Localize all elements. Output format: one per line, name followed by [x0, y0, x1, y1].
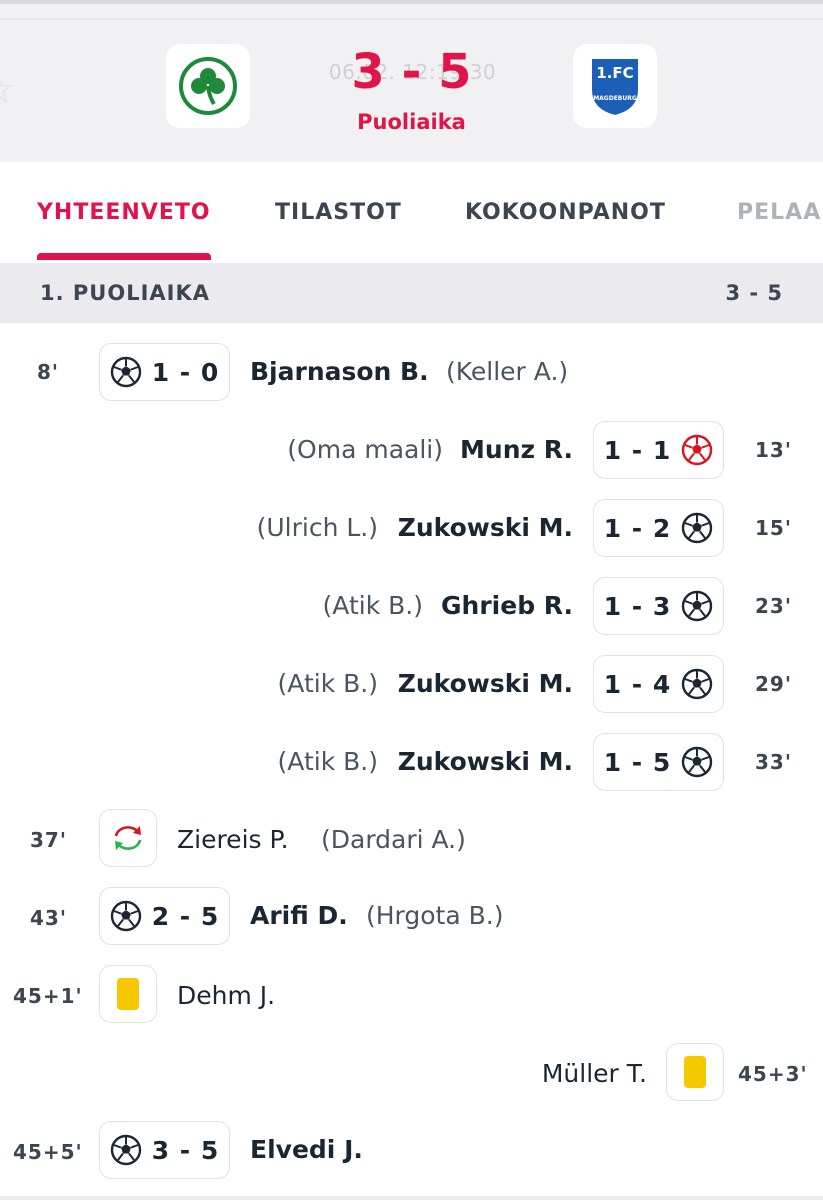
event-score: 1 - 3 — [603, 591, 672, 621]
away-team-logo[interactable]: 1.FC MAGDEBURG — [573, 44, 657, 128]
event-score-box: 1 - 3 — [593, 577, 724, 635]
own-goal-ball-icon — [682, 434, 713, 466]
section-score: 3 - 5 — [725, 281, 783, 305]
home-team-logo[interactable] — [166, 44, 250, 128]
event-player[interactable]: Ghrieb R. — [441, 591, 573, 620]
event-score: 1 - 4 — [603, 669, 672, 699]
soccer-ball-icon — [110, 356, 141, 388]
substitution-icon — [114, 826, 142, 850]
event-minute: 33' — [755, 750, 792, 774]
yellow-card-icon — [684, 1056, 706, 1088]
tab-bar: YHTEENVETO TILASTOT KOKOONPANOT PELAA — [0, 162, 823, 262]
match-header: ☆ 06.02. 12:19:30 3 - 5 Puoliaika 1.FC M… — [0, 0, 823, 162]
clover-logo-icon — [179, 57, 237, 115]
event-score-box: 1 - 4 — [593, 655, 724, 713]
soccer-ball-icon — [682, 590, 713, 622]
event-player[interactable]: Müller T. — [542, 1059, 647, 1088]
event-score: 1 - 1 — [603, 435, 672, 465]
event-assist[interactable]: (Ulrich L.) — [257, 513, 378, 542]
event-minute: 23' — [755, 594, 792, 618]
event-score: 1 - 2 — [603, 513, 672, 543]
away-logo-text-side: MAGDEBURG — [593, 95, 637, 102]
tab-statistics[interactable]: TILASTOT — [275, 200, 402, 225]
soccer-ball-icon — [682, 668, 713, 700]
event-score-box: 1 - 5 — [593, 733, 724, 791]
event-assist[interactable]: (Atik B.) — [278, 747, 378, 776]
event-score-box: 1 - 2 — [593, 499, 724, 557]
event-minute: 45+3' — [738, 1062, 808, 1086]
active-tab-indicator — [37, 253, 211, 260]
event-minute: 8' — [37, 360, 60, 384]
soccer-ball-icon — [682, 746, 713, 778]
event-icon-box — [666, 1043, 724, 1101]
event-assist: (Oma maali) — [287, 435, 443, 464]
event-minute: 43' — [30, 906, 67, 930]
event-score-box: 2 - 5 — [99, 887, 230, 945]
event-player[interactable]: Ziereis P. — [177, 825, 289, 854]
event-minute: 13' — [755, 438, 792, 462]
event-player[interactable]: Munz R. — [460, 435, 573, 464]
event-minute: 45+5' — [13, 1140, 83, 1164]
event-assist[interactable]: (Atik B.) — [323, 591, 423, 620]
top-divider-secondary — [0, 18, 823, 20]
event-minute: 15' — [755, 516, 792, 540]
soccer-ball-icon — [110, 900, 141, 932]
event-player[interactable]: Dehm J. — [177, 981, 275, 1010]
top-divider — [0, 0, 823, 4]
event-score: 3 - 5 — [151, 1135, 220, 1165]
event-minute: 37' — [30, 828, 67, 852]
bottom-divider — [0, 1196, 823, 1200]
match-status: Puoliaika — [357, 110, 466, 134]
tab-lineups[interactable]: KOKOONPANOT — [465, 200, 666, 225]
event-player[interactable]: Bjarnason B. — [250, 357, 429, 386]
tab-summary[interactable]: YHTEENVETO — [37, 200, 211, 225]
event-score-box: 1 - 0 — [99, 343, 230, 401]
event-assist[interactable]: (Atik B.) — [278, 669, 378, 698]
section-label: 1. PUOLIAIKA — [40, 281, 210, 305]
soccer-ball-icon — [110, 1134, 141, 1166]
yellow-card-icon — [117, 978, 139, 1010]
event-score: 1 - 0 — [151, 357, 220, 387]
event-score-box: 3 - 5 — [99, 1121, 230, 1179]
event-score: 1 - 5 — [603, 747, 672, 777]
event-minute: 45+1' — [13, 984, 83, 1008]
match-score: 3 - 5 — [351, 44, 472, 100]
event-score: 2 - 5 — [151, 901, 220, 931]
event-player[interactable]: Zukowski M. — [398, 747, 573, 776]
tab-players[interactable]: PELAA — [737, 200, 821, 225]
away-logo-text-top: 1.FC — [596, 64, 633, 82]
event-assist[interactable]: (Keller A.) — [446, 357, 568, 386]
event-player[interactable]: Zukowski M. — [398, 513, 573, 542]
event-icon-box — [99, 809, 157, 867]
event-assist[interactable]: (Dardari A.) — [321, 825, 466, 854]
favorite-star-icon[interactable]: ☆ — [0, 70, 20, 110]
section-first-half: 1. PUOLIAIKA 3 - 5 — [0, 263, 823, 323]
event-assist[interactable]: (Hrgota B.) — [366, 901, 503, 930]
event-player[interactable]: Arifi D. — [250, 901, 348, 930]
event-minute: 29' — [755, 672, 792, 696]
magdeburg-logo-icon: 1.FC MAGDEBURG — [590, 57, 640, 118]
soccer-ball-icon — [682, 512, 713, 544]
event-score-box: 1 - 1 — [593, 421, 724, 479]
event-player[interactable]: Zukowski M. — [398, 669, 573, 698]
event-player[interactable]: Elvedi J. — [250, 1135, 363, 1164]
event-icon-box — [99, 965, 157, 1023]
